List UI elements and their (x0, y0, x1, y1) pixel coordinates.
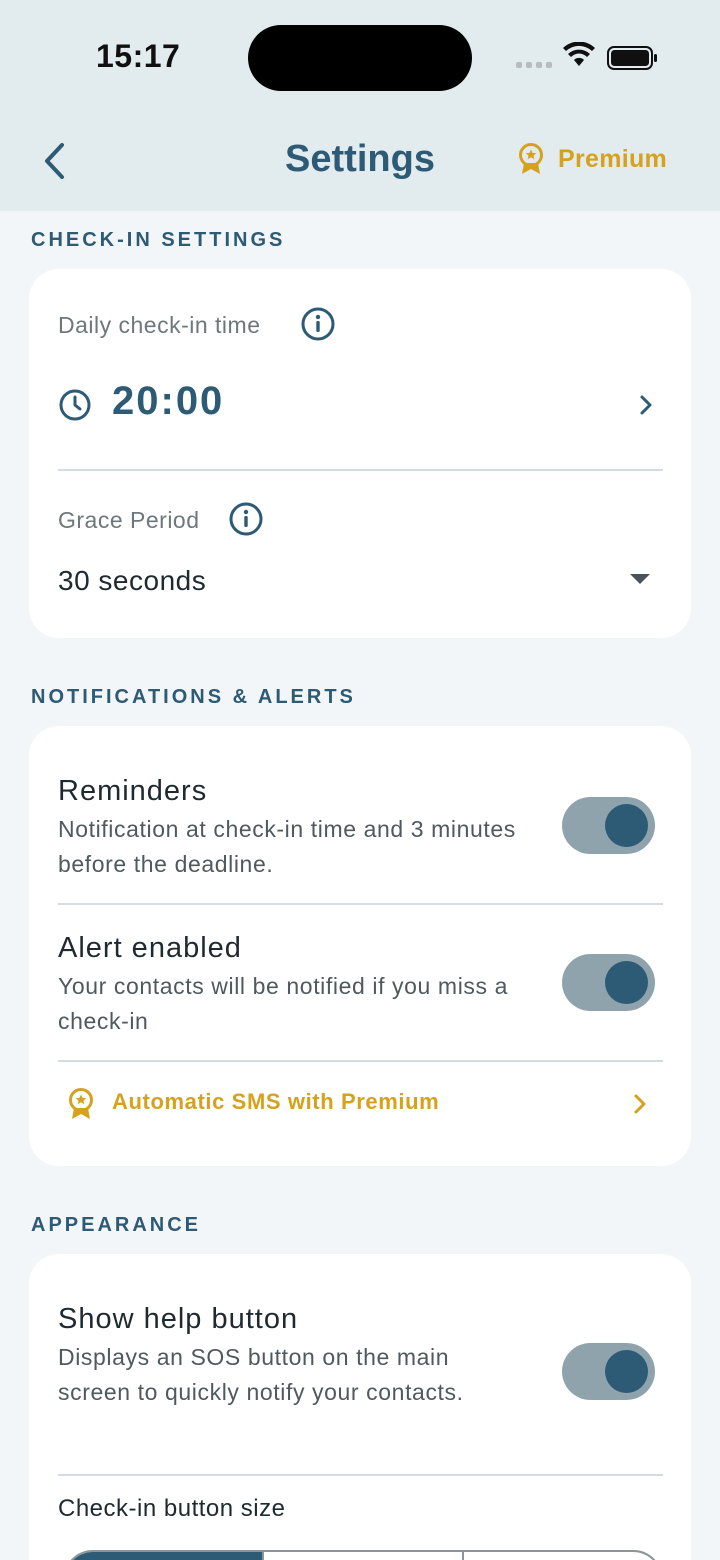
daily-time-label: Daily check-in time (58, 312, 261, 338)
reminders-description: Notification at check-in time and 3 minu… (58, 816, 516, 877)
divider (58, 903, 663, 905)
reminders-toggle[interactable] (562, 797, 655, 854)
dropdown-caret-icon[interactable] (630, 574, 650, 584)
alert-enabled-toggle[interactable] (562, 954, 655, 1011)
alert-enabled-description: Your contacts will be notified if you mi… (58, 973, 508, 1034)
size-option-large[interactable] (464, 1552, 661, 1560)
daily-time-row[interactable]: 20:00 (58, 379, 663, 431)
info-icon[interactable] (229, 502, 263, 536)
chevron-right-icon (640, 395, 652, 415)
status-time: 15:17 (96, 38, 181, 74)
section-header-appearance: APPEARANCE (31, 1214, 202, 1236)
grace-period-select[interactable]: 30 seconds (58, 565, 206, 597)
button-size-segmented-control[interactable] (63, 1550, 663, 1560)
premium-badge-icon (69, 1088, 93, 1119)
premium-badge-icon (519, 143, 543, 174)
size-option-small[interactable] (65, 1552, 265, 1560)
dynamic-island (248, 25, 472, 91)
battery-icon (607, 46, 657, 70)
checkin-card: Daily check-in time 20:00 Grace Period 3… (29, 269, 691, 638)
help-button-description: Displays an SOS button on the main scree… (58, 1344, 464, 1405)
section-header-notifications: NOTIFICATIONS & ALERTS (31, 686, 356, 708)
grace-period-label: Grace Period (58, 507, 200, 533)
daily-time-value: 20:00 (112, 379, 225, 423)
premium-sms-label: Automatic SMS with Premium (112, 1089, 440, 1114)
top-bar: 15:17 Settings Premium (0, 0, 720, 211)
premium-label: Premium (558, 144, 668, 173)
chevron-right-icon (634, 1094, 646, 1114)
divider (58, 1060, 663, 1062)
help-button-toggle[interactable] (562, 1343, 655, 1400)
divider (58, 469, 663, 471)
button-size-label: Check-in button size (58, 1495, 286, 1522)
appearance-card: Show help button Displays an SOS button … (29, 1254, 691, 1560)
reminders-title: Reminders (58, 775, 208, 807)
section-header-checkin: CHECK-IN SETTINGS (31, 229, 286, 251)
info-icon[interactable] (301, 307, 335, 341)
premium-sms-row[interactable]: Automatic SMS with Premium (58, 1081, 663, 1127)
alert-enabled-title: Alert enabled (58, 932, 242, 964)
clock-icon (59, 389, 91, 421)
divider (58, 1474, 663, 1476)
notifications-card: Reminders Notification at check-in time … (29, 726, 691, 1166)
premium-button[interactable]: Premium (516, 142, 667, 176)
help-button-title: Show help button (58, 1303, 299, 1335)
size-option-medium[interactable] (264, 1552, 464, 1560)
signal-icon (516, 62, 552, 68)
wifi-icon (563, 42, 595, 66)
